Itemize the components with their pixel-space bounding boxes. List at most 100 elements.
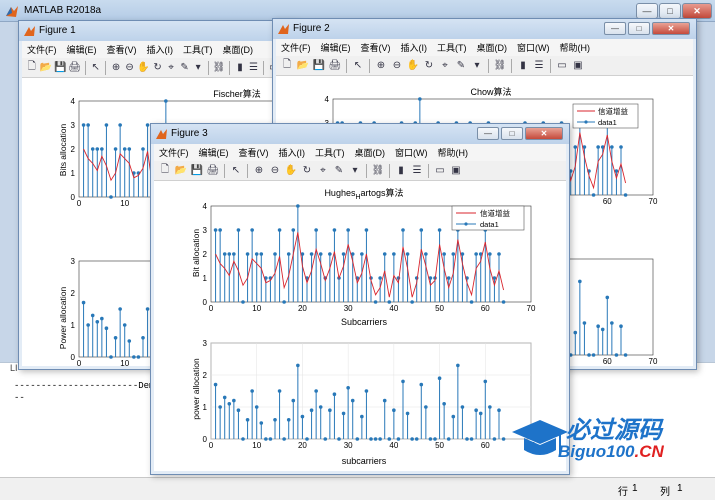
pan-icon[interactable]: ✋ <box>284 164 298 178</box>
data-cursor-icon[interactable]: ⌖ <box>165 61 177 75</box>
menu-item-2[interactable]: 查看(V) <box>239 146 269 159</box>
print-icon[interactable]: 🖨 <box>328 59 342 73</box>
menu-item-1[interactable]: 编辑(E) <box>199 146 229 159</box>
menu-item-5[interactable]: 桌面(D) <box>355 146 386 159</box>
menu-item-4[interactable]: 工具(T) <box>183 43 213 56</box>
main-minimize-button[interactable]: — <box>636 3 658 19</box>
dropdown-arrow-icon[interactable]: ▾ <box>348 164 362 178</box>
menu-item-5[interactable]: 桌面(D) <box>477 41 508 54</box>
link-icon[interactable]: ⛓ <box>493 59 507 73</box>
watermark-en-text: Biguo100.CN <box>558 442 664 461</box>
menu-item-1[interactable]: 编辑(E) <box>321 41 351 54</box>
print-icon[interactable]: 🖨 <box>68 61 81 75</box>
brush-icon[interactable]: ✎ <box>454 59 468 73</box>
figure-3-close-button[interactable]: ✕ <box>525 127 563 140</box>
open-file-icon[interactable]: 📂 <box>174 164 188 178</box>
rotate-icon[interactable]: ↻ <box>422 59 436 73</box>
stem-marker <box>218 405 222 409</box>
menu-item-7[interactable]: 帮助(H) <box>560 41 591 54</box>
save-icon[interactable]: 💾 <box>312 59 326 73</box>
menu-item-3[interactable]: 插入(I) <box>279 146 306 159</box>
link-icon[interactable]: ⛓ <box>371 164 385 178</box>
menu-item-2[interactable]: 查看(V) <box>361 41 391 54</box>
dropdown-arrow-icon[interactable]: ▾ <box>470 59 484 73</box>
menu-item-6[interactable]: 窗口(W) <box>517 41 550 54</box>
pointer-icon[interactable]: ↖ <box>229 164 243 178</box>
show-plot-tools-icon[interactable]: ▣ <box>571 59 585 73</box>
figure-3-title-bar[interactable]: Figure 3 — □ ✕ <box>151 124 569 144</box>
main-maximize-button[interactable]: □ <box>659 3 681 19</box>
figure-2-close-button[interactable]: ✕ <box>652 22 690 35</box>
menu-item-3[interactable]: 插入(I) <box>147 43 174 56</box>
legend-icon[interactable]: ☰ <box>410 164 424 178</box>
menu-item-5[interactable]: 桌面(D) <box>223 43 254 56</box>
legend-icon[interactable]: ☰ <box>532 59 546 73</box>
matlab-figure-icon <box>156 129 167 139</box>
open-file-icon[interactable]: 📂 <box>40 61 52 75</box>
menu-item-0[interactable]: 文件(F) <box>281 41 311 54</box>
menu-item-4[interactable]: 工具(T) <box>437 41 467 54</box>
figure-2-maximize-button[interactable]: □ <box>628 22 650 35</box>
hide-plot-tools-icon[interactable]: ▭ <box>555 59 569 73</box>
stem-marker <box>346 228 350 232</box>
stem-marker <box>573 330 578 335</box>
show-plot-tools-icon[interactable]: ▣ <box>449 164 463 178</box>
figure-2-title-bar[interactable]: Figure 2 — □ ✕ <box>273 19 696 39</box>
brush-icon[interactable]: ✎ <box>179 61 191 75</box>
figure-1-plot-title: Fischer算法 <box>213 88 261 99</box>
figure-1-title-bar[interactable]: Figure 1 <box>19 21 297 41</box>
open-file-icon[interactable]: 📂 <box>296 59 310 73</box>
toolbar-separator <box>369 58 370 73</box>
colorbar-icon[interactable]: ▮ <box>234 61 246 75</box>
colorbar-icon[interactable]: ▮ <box>394 164 408 178</box>
pointer-icon[interactable]: ↖ <box>90 61 102 75</box>
y-tick-label: 3 <box>203 339 208 348</box>
zoom-out-icon[interactable]: ⊖ <box>390 59 404 73</box>
zoom-in-icon[interactable]: ⊕ <box>374 59 388 73</box>
figure-2-minimize-button[interactable]: — <box>604 22 626 35</box>
pointer-icon[interactable]: ↖ <box>351 59 365 73</box>
pan-icon[interactable]: ✋ <box>137 61 149 75</box>
data-cursor-icon[interactable]: ⌖ <box>316 164 330 178</box>
figure-3-window[interactable]: Figure 3 — □ ✕ 文件(F) 编辑(E) 查看(V) 插入(I) 工具(T)… <box>150 123 570 475</box>
menu-item-0[interactable]: 文件(F) <box>159 146 189 159</box>
zoom-in-icon[interactable]: ⊕ <box>110 61 122 75</box>
new-file-icon[interactable]: 🗋 <box>158 164 172 178</box>
data-cursor-icon[interactable]: ⌖ <box>438 59 452 73</box>
menu-item-0[interactable]: 文件(F) <box>27 43 57 56</box>
zoom-out-icon[interactable]: ⊖ <box>124 61 136 75</box>
stem-marker <box>401 228 405 232</box>
menu-item-7[interactable]: 帮助(H) <box>438 146 469 159</box>
menu-item-4[interactable]: 工具(T) <box>315 146 345 159</box>
save-icon[interactable]: 💾 <box>54 61 66 75</box>
menu-item-1[interactable]: 编辑(E) <box>67 43 97 56</box>
figure-3-minimize-button[interactable]: — <box>477 127 499 140</box>
hide-plot-tools-icon[interactable]: ▭ <box>433 164 447 178</box>
zoom-in-icon[interactable]: ⊕ <box>252 164 266 178</box>
menu-item-3[interactable]: 插入(I) <box>401 41 428 54</box>
legend-icon[interactable]: ☰ <box>248 61 260 75</box>
pan-icon[interactable]: ✋ <box>406 59 420 73</box>
figure-3-maximize-button[interactable]: □ <box>501 127 523 140</box>
figure-2-legend-line-label: 信道增益 <box>598 106 628 116</box>
zoom-out-icon[interactable]: ⊖ <box>268 164 282 178</box>
brush-icon[interactable]: ✎ <box>332 164 346 178</box>
menu-item-2[interactable]: 查看(V) <box>107 43 137 56</box>
y-tick-label: 4 <box>71 97 76 106</box>
new-file-icon[interactable]: 🗋 <box>280 59 294 73</box>
colorbar-icon[interactable]: ▮ <box>516 59 530 73</box>
new-file-icon[interactable]: 🗋 <box>26 61 38 75</box>
main-close-button[interactable]: ✕ <box>682 3 712 19</box>
link-icon[interactable]: ⛓ <box>213 61 226 75</box>
stem-marker <box>309 252 314 256</box>
rotate-icon[interactable]: ↻ <box>152 61 164 75</box>
print-icon[interactable]: 🖨 <box>206 164 220 178</box>
stem-marker <box>309 408 314 412</box>
save-icon[interactable]: 💾 <box>190 164 204 178</box>
rotate-icon[interactable]: ↻ <box>300 164 314 178</box>
stem-marker <box>392 252 396 256</box>
menu-item-6[interactable]: 窗口(W) <box>395 146 428 159</box>
toolbar-separator <box>263 60 265 75</box>
dropdown-arrow-icon[interactable]: ▾ <box>192 61 204 75</box>
x-tick-label: 10 <box>252 304 261 313</box>
